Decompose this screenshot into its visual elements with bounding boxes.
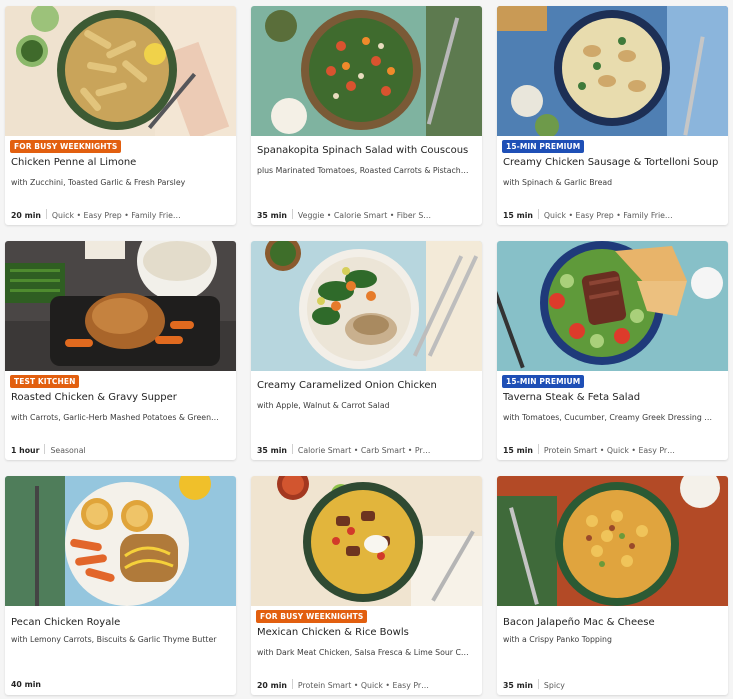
recipe-photo — [5, 476, 236, 606]
recipe-title[interactable]: Chicken Penne al Limone — [11, 156, 231, 169]
cook-time: 15 min — [503, 211, 533, 220]
recipe-card-caramelized-onion-chicken[interactable]: Creamy Caramelized Onion Chicken with Ap… — [251, 241, 482, 460]
recipe-meta: 20 min Protein Smart • Quick • Easy Pr… — [257, 679, 477, 691]
recipe-card-spanakopita-salad[interactable]: Spanakopita Spinach Salad with Couscous … — [251, 6, 482, 225]
cook-time: 20 min — [11, 211, 41, 220]
recipe-photo — [251, 6, 482, 136]
recipe-photo — [251, 476, 482, 606]
cook-time: 20 min — [257, 681, 287, 690]
recipe-photo — [5, 241, 236, 371]
recipe-title[interactable]: Taverna Steak & Feta Salad — [503, 391, 723, 404]
divider — [44, 444, 46, 454]
recipe-subtitle: plus Marinated Tomatoes, Roasted Carrots… — [257, 166, 469, 175]
recipe-badge: TEST KITCHEN — [10, 375, 80, 388]
recipe-title[interactable]: Roasted Chicken & Gravy Supper — [11, 391, 231, 404]
recipe-photo — [5, 6, 236, 136]
recipe-badge: 15-MIN PREMIUM — [502, 375, 585, 388]
divider — [537, 679, 539, 689]
divider — [291, 679, 293, 689]
divider — [291, 444, 293, 454]
recipe-photo — [497, 476, 728, 606]
recipe-meta: 35 min Veggie • Calorie Smart • Fiber S… — [257, 209, 477, 221]
recipe-meta: 35 min Spicy — [503, 679, 723, 691]
recipe-card-pecan-chicken[interactable]: Pecan Chicken Royale with Lemony Carrots… — [5, 476, 236, 695]
recipe-badge: FOR BUSY WEEKNIGHTS — [256, 610, 368, 623]
recipe-meta: 15 min Quick • Easy Prep • Family Frie… — [503, 209, 723, 221]
recipe-meta: 20 min Quick • Easy Prep • Family Frie… — [11, 209, 231, 221]
recipe-tags: Spicy — [543, 681, 565, 690]
recipe-title[interactable]: Pecan Chicken Royale — [11, 616, 231, 629]
recipe-meta: 1 hour Seasonal — [11, 444, 231, 456]
divider — [291, 209, 293, 219]
recipe-meta: 15 min Protein Smart • Quick • Easy Pr… — [503, 444, 723, 456]
divider — [537, 209, 539, 219]
recipe-tags: Quick • Easy Prep • Family Frie… — [51, 211, 181, 220]
recipe-tags: Calorie Smart • Carb Smart • Pr… — [297, 446, 431, 455]
recipe-card-roasted-chicken[interactable]: TEST KITCHEN Roasted Chicken & Gravy Sup… — [5, 241, 236, 460]
recipe-subtitle: with Dark Meat Chicken, Salsa Fresca & L… — [257, 648, 469, 657]
cook-time: 35 min — [257, 211, 287, 220]
recipe-title[interactable]: Mexican Chicken & Rice Bowls — [257, 626, 477, 639]
recipe-meta: 40 min — [11, 679, 231, 690]
recipe-tags: Protein Smart • Quick • Easy Pr… — [543, 446, 675, 455]
recipe-tags: Seasonal — [50, 446, 86, 455]
recipe-photo — [497, 6, 728, 136]
cook-time: 35 min — [257, 446, 287, 455]
divider — [537, 444, 539, 454]
recipe-subtitle: with Carrots, Garlic-Herb Mashed Potatoe… — [11, 413, 219, 422]
recipe-title[interactable]: Creamy Caramelized Onion Chicken — [257, 379, 477, 392]
recipe-title[interactable]: Bacon Jalapeño Mac & Cheese — [503, 616, 723, 629]
recipe-subtitle: with Lemony Carrots, Biscuits & Garlic T… — [11, 635, 217, 644]
recipe-card-mexican-chicken-bowls[interactable]: FOR BUSY WEEKNIGHTS Mexican Chicken & Ri… — [251, 476, 482, 695]
recipe-card-tortelloni-soup[interactable]: 15-MIN PREMIUM Creamy Chicken Sausage & … — [497, 6, 728, 225]
recipe-subtitle: with Apple, Walnut & Carrot Salad — [257, 401, 390, 410]
cook-time: 1 hour — [11, 446, 40, 455]
recipe-photo — [497, 241, 728, 371]
cook-time: 15 min — [503, 446, 533, 455]
recipe-tags: Veggie • Calorie Smart • Fiber S… — [297, 211, 432, 220]
recipe-title[interactable]: Spanakopita Spinach Salad with Couscous — [257, 144, 477, 157]
recipe-card-bacon-mac-cheese[interactable]: Bacon Jalapeño Mac & Cheese with a Crisp… — [497, 476, 728, 695]
cook-time: 35 min — [503, 681, 533, 690]
recipe-meta: 35 min Calorie Smart • Carb Smart • Pr… — [257, 444, 477, 456]
recipe-photo — [251, 241, 482, 371]
recipe-badge: FOR BUSY WEEKNIGHTS — [10, 140, 122, 153]
recipe-subtitle: with a Crispy Panko Topping — [503, 635, 612, 644]
recipe-subtitle: with Spinach & Garlic Bread — [503, 178, 613, 187]
recipe-title[interactable]: Creamy Chicken Sausage & Tortelloni Soup — [503, 156, 723, 169]
recipe-tags: Protein Smart • Quick • Easy Pr… — [297, 681, 429, 690]
recipe-card-chicken-penne[interactable]: FOR BUSY WEEKNIGHTS Chicken Penne al Lim… — [5, 6, 236, 225]
recipe-badge: 15-MIN PREMIUM — [502, 140, 585, 153]
recipe-subtitle: with Zucchini, Toasted Garlic & Fresh Pa… — [11, 178, 186, 187]
cook-time: 40 min — [11, 680, 41, 689]
recipe-card-taverna-steak[interactable]: 15-MIN PREMIUM Taverna Steak & Feta Sala… — [497, 241, 728, 460]
recipe-grid: FOR BUSY WEEKNIGHTS Chicken Penne al Lim… — [0, 0, 733, 699]
recipe-subtitle: with Tomatoes, Cucumber, Creamy Greek Dr… — [503, 413, 713, 422]
divider — [45, 209, 47, 219]
recipe-tags: Quick • Easy Prep • Family Frie… — [543, 211, 673, 220]
